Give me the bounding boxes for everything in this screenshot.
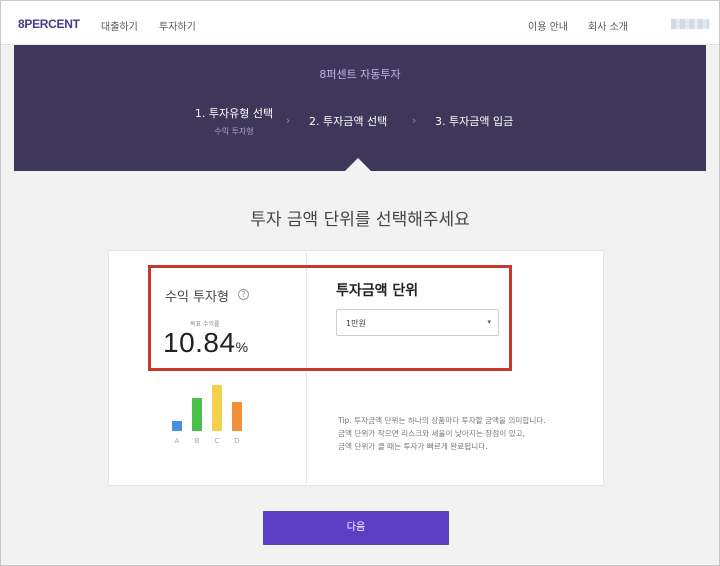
grade-label: D — [234, 437, 240, 445]
investment-type-label: 수익 투자형 — [165, 290, 229, 305]
chevron-right-icon: › — [286, 114, 291, 127]
nav-guide-link[interactable]: 이용 안내 — [528, 18, 568, 33]
step-1-label: 1. 투자유형 선택 — [194, 107, 274, 120]
question-heading: 투자 금액 단위를 선택해주세요 — [250, 210, 470, 230]
rate-unit: % — [235, 339, 249, 355]
nav-loan-link[interactable]: 대출하기 — [101, 18, 138, 33]
top-navigation: 8PERCENT 대출하기 투자하기 이용 안내 회사 소개 — [1, 1, 719, 45]
step-1-sub: 수익 투자형 — [214, 127, 254, 136]
step-3: 3. 투자금액 입금 — [435, 115, 514, 128]
rate-number: 10.84 — [163, 327, 236, 358]
chevron-right-icon: › — [412, 114, 417, 127]
grade-bar-b — [192, 398, 202, 431]
select-value: 1만원 — [346, 319, 366, 328]
target-rate-value: 10.84% — [163, 327, 249, 359]
grade-label: A — [174, 437, 180, 445]
tip-text: Tip. 투자금액 단위는 하나의 상품마다 투자할 금액을 의미합니다. 금액… — [338, 414, 578, 453]
nav-invest-link[interactable]: 투자하기 — [159, 18, 196, 33]
step-1: 1. 투자유형 선택 수익 투자형 — [192, 105, 276, 137]
step-2: 2. 투자금액 선택 — [309, 115, 388, 128]
grade-label: B — [194, 437, 200, 445]
tip-line: 금액 단위가 작으면 리스크와 세율이 낮아지는 장점이 있고, — [338, 429, 525, 438]
active-step-indicator — [345, 158, 371, 171]
card-divider — [306, 251, 307, 487]
nav-company-link[interactable]: 회사 소개 — [588, 18, 628, 33]
amount-unit-select[interactable]: 1만원 ▾ — [336, 309, 499, 336]
step-header: 8퍼센트 자동투자 1. 투자유형 선택 수익 투자형 › 2. 투자금액 선택… — [14, 45, 706, 171]
grade-bar-d — [232, 402, 242, 431]
grade-bar-c — [212, 385, 222, 431]
page-title: 8퍼센트 자동투자 — [319, 68, 401, 81]
amount-unit-title: 투자금액 단위 — [336, 283, 419, 299]
logo[interactable]: 8PERCENT — [18, 17, 80, 31]
next-button[interactable]: 다음 — [263, 511, 449, 545]
grade-label: C — [214, 437, 220, 445]
user-avatar[interactable] — [671, 19, 709, 29]
grade-bar-a — [172, 421, 182, 431]
help-icon[interactable]: ? — [238, 289, 249, 300]
tip-line: 금액 단위가 클 때는 투자가 빠르게 완료됩니다. — [338, 442, 488, 451]
tip-line: Tip. 투자금액 단위는 하나의 상품마다 투자할 금액을 의미합니다. — [338, 416, 546, 425]
chevron-down-icon: ▾ — [487, 318, 491, 326]
